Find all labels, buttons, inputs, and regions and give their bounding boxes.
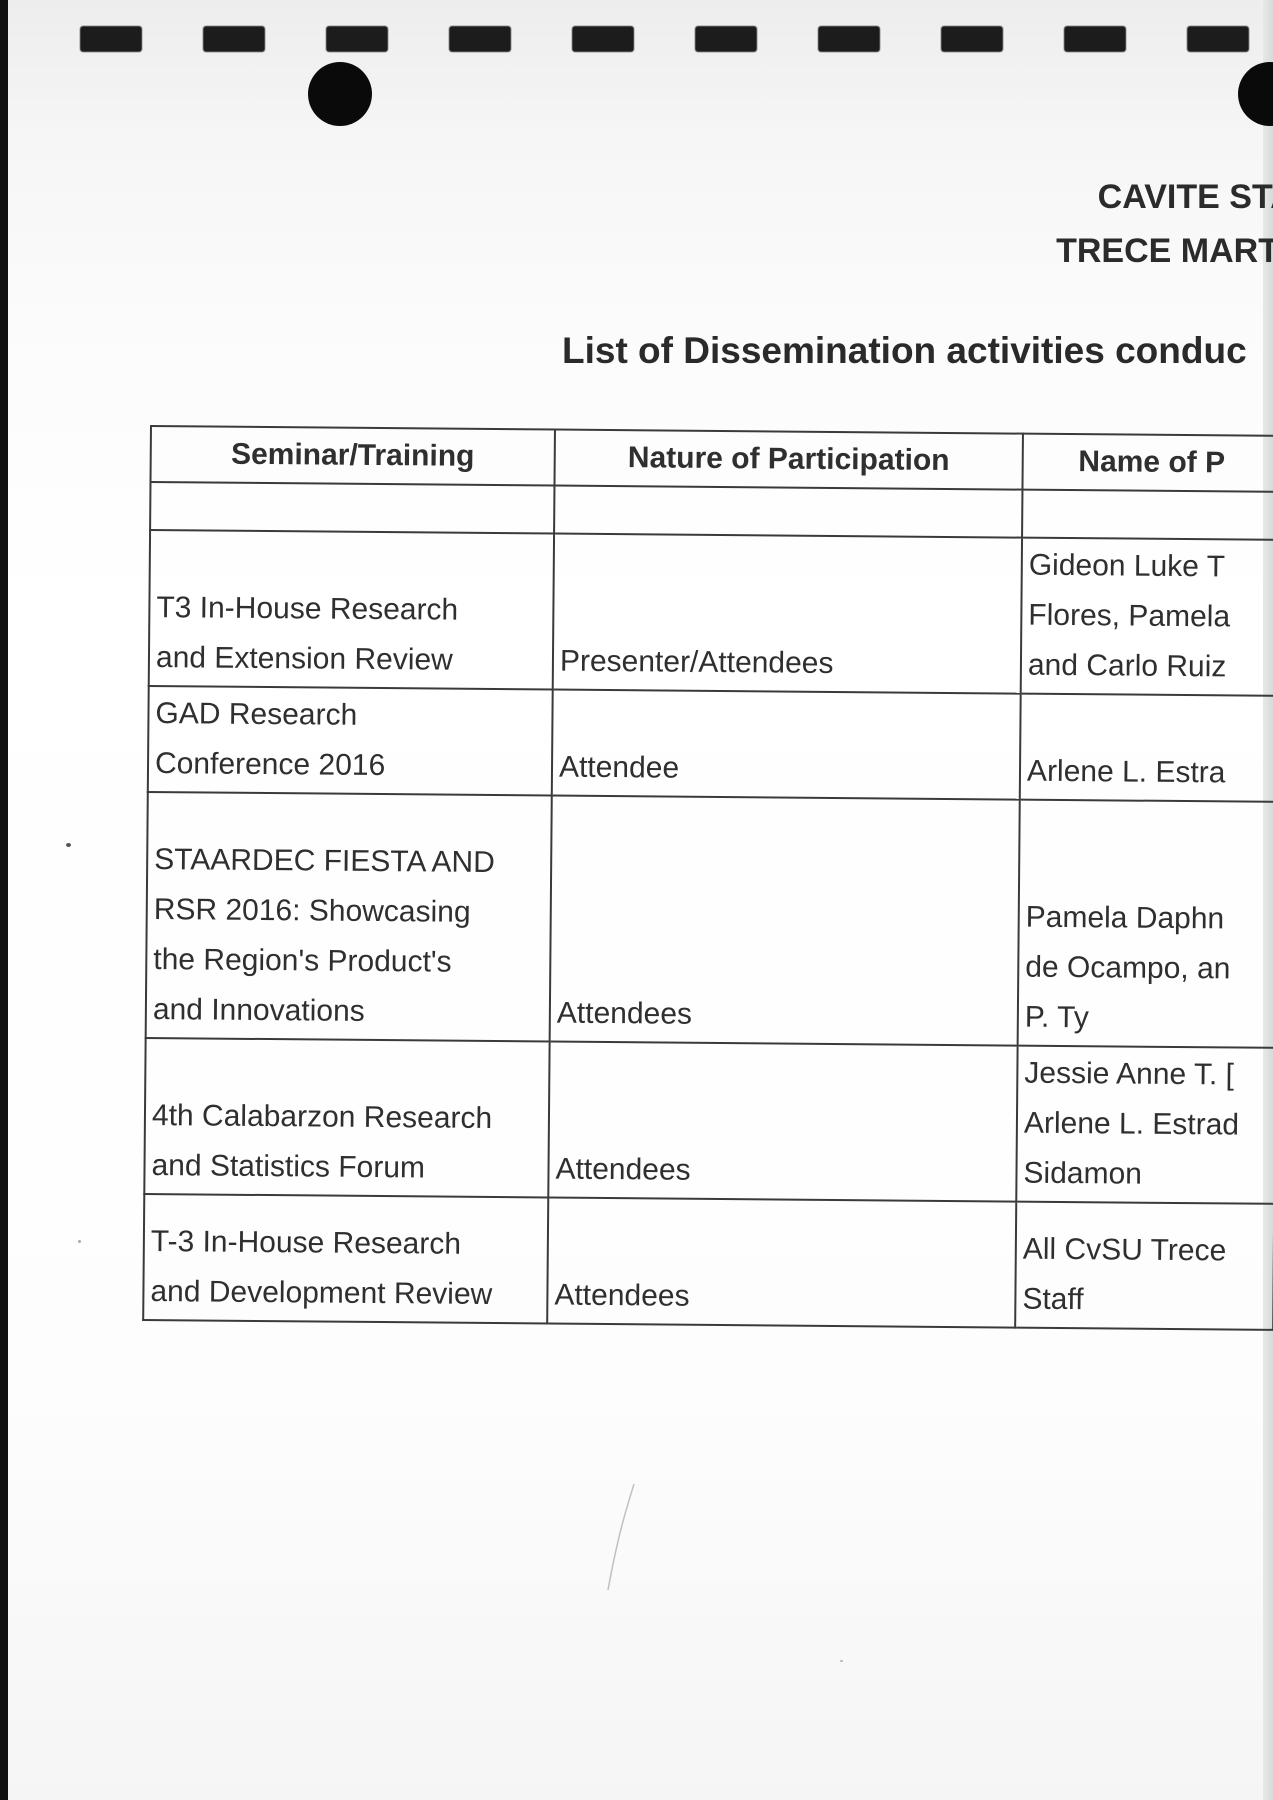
seminar-cell: GAD Research Conference 2016 — [147, 685, 553, 796]
seminar-line: RSR 2016: Showcasing — [153, 893, 471, 929]
seminar-line: and Extension Review — [155, 641, 453, 677]
seminar-cell: STAARDEC FIESTA AND RSR 2016: Showcasing… — [145, 791, 552, 1042]
scan-speck — [840, 1660, 843, 1662]
binder-slot — [326, 26, 388, 52]
binder-slot — [80, 26, 142, 52]
table-row: STAARDEC FIESTA AND RSR 2016: Showcasing… — [145, 791, 1273, 1048]
header-campus: TRECE MARTIR — [1056, 232, 1273, 270]
names-cell: Pamela Daphn de Ocampo, an P. Ty — [1017, 799, 1273, 1048]
pen-stroke-mark — [607, 1483, 635, 1591]
dissemination-table-wrapper: Seminar/Training Nature of Participation… — [142, 425, 1273, 1331]
binder-slot — [818, 26, 880, 52]
binder-slot — [1064, 26, 1126, 52]
document-header: CAVITE STAT TRECE MARTIR — [1056, 170, 1273, 278]
name-line: All CvSU Trece — [1022, 1232, 1227, 1268]
binder-slot — [449, 26, 511, 52]
punch-hole — [308, 62, 372, 126]
seminar-cell: 4th Calabarzon Research and Statistics F… — [144, 1037, 550, 1198]
seminar-line: the Region's Product's — [153, 943, 452, 979]
binder-slot — [203, 26, 265, 52]
participation-cell: Attendees — [549, 795, 1020, 1046]
seminar-line: T3 In-House Research — [156, 591, 459, 627]
table-header-row: Seminar/Training Nature of Participation… — [150, 426, 1273, 492]
table-row: T-3 In-House Research and Development Re… — [143, 1193, 1273, 1330]
column-header-name: Name of P — [1022, 433, 1273, 492]
names-cell: Arlene L. Estra — [1019, 693, 1273, 802]
binder-slot — [941, 26, 1003, 52]
name-line: Jessie Anne T. [ — [1024, 1056, 1235, 1092]
name-line: Sidamon — [1023, 1156, 1143, 1191]
name-line: Gideon Luke T — [1028, 548, 1226, 584]
participation-cell: Attendee — [551, 689, 1021, 800]
participation-cell: Attendees — [547, 1197, 1017, 1328]
scan-speck — [66, 843, 71, 847]
header-institution: CAVITE STAT — [1097, 178, 1273, 216]
seminar-line: and Innovations — [152, 993, 365, 1028]
seminar-line: T-3 In-House Research — [150, 1225, 462, 1261]
names-cell: Gideon Luke T Flores, Pamela and Carlo R… — [1020, 537, 1273, 696]
name-line: Staff — [1022, 1282, 1084, 1317]
names-cell: All CvSU Trece Staff — [1015, 1201, 1273, 1330]
binder-slot — [572, 26, 634, 52]
seminar-line: and Development Review — [150, 1275, 493, 1312]
scan-left-edge — [0, 0, 8, 1800]
name-line: de Ocampo, an — [1025, 950, 1231, 986]
table-cell — [1022, 489, 1273, 540]
binder-slot — [1187, 26, 1249, 52]
name-line: Pamela Daphn — [1025, 900, 1225, 936]
table-cell — [554, 485, 1023, 538]
seminar-line: GAD Research — [155, 697, 358, 732]
table-cell — [150, 482, 555, 534]
name-line: P. Ty — [1024, 1000, 1089, 1035]
table-row: 4th Calabarzon Research and Statistics F… — [144, 1037, 1273, 1204]
column-header-seminar: Seminar/Training — [150, 426, 555, 486]
name-line: Arlene L. Estrad — [1023, 1106, 1240, 1142]
seminar-line: 4th Calabarzon Research — [151, 1099, 493, 1136]
scan-speck — [78, 1240, 81, 1243]
binder-punch-strip — [70, 18, 1270, 58]
names-cell: Jessie Anne T. [ Arlene L. Estrad Sidamo… — [1016, 1045, 1273, 1204]
table-row: T3 In-House Research and Extension Revie… — [148, 530, 1273, 696]
name-line: and Carlo Ruiz — [1027, 648, 1227, 684]
participation-cell: Attendees — [548, 1041, 1018, 1202]
name-line: Arlene L. Estra — [1026, 754, 1226, 790]
dissemination-table: Seminar/Training Nature of Participation… — [142, 425, 1273, 1331]
table-row: GAD Research Conference 2016 Attendee Ar… — [147, 685, 1273, 802]
seminar-line: STAARDEC FIESTA AND — [154, 843, 495, 880]
seminar-line: Conference 2016 — [154, 747, 386, 783]
seminar-line: and Statistics Forum — [151, 1149, 426, 1185]
name-line: Flores, Pamela — [1028, 598, 1231, 634]
binder-slot — [695, 26, 757, 52]
participation-cell: Presenter/Attendees — [552, 533, 1023, 694]
column-header-participation: Nature of Participation — [554, 429, 1023, 490]
seminar-cell: T3 In-House Research and Extension Revie… — [148, 530, 555, 690]
seminar-cell: T-3 In-House Research and Development Re… — [143, 1193, 549, 1324]
page-title: List of Dissemination activities conduc — [562, 330, 1247, 371]
